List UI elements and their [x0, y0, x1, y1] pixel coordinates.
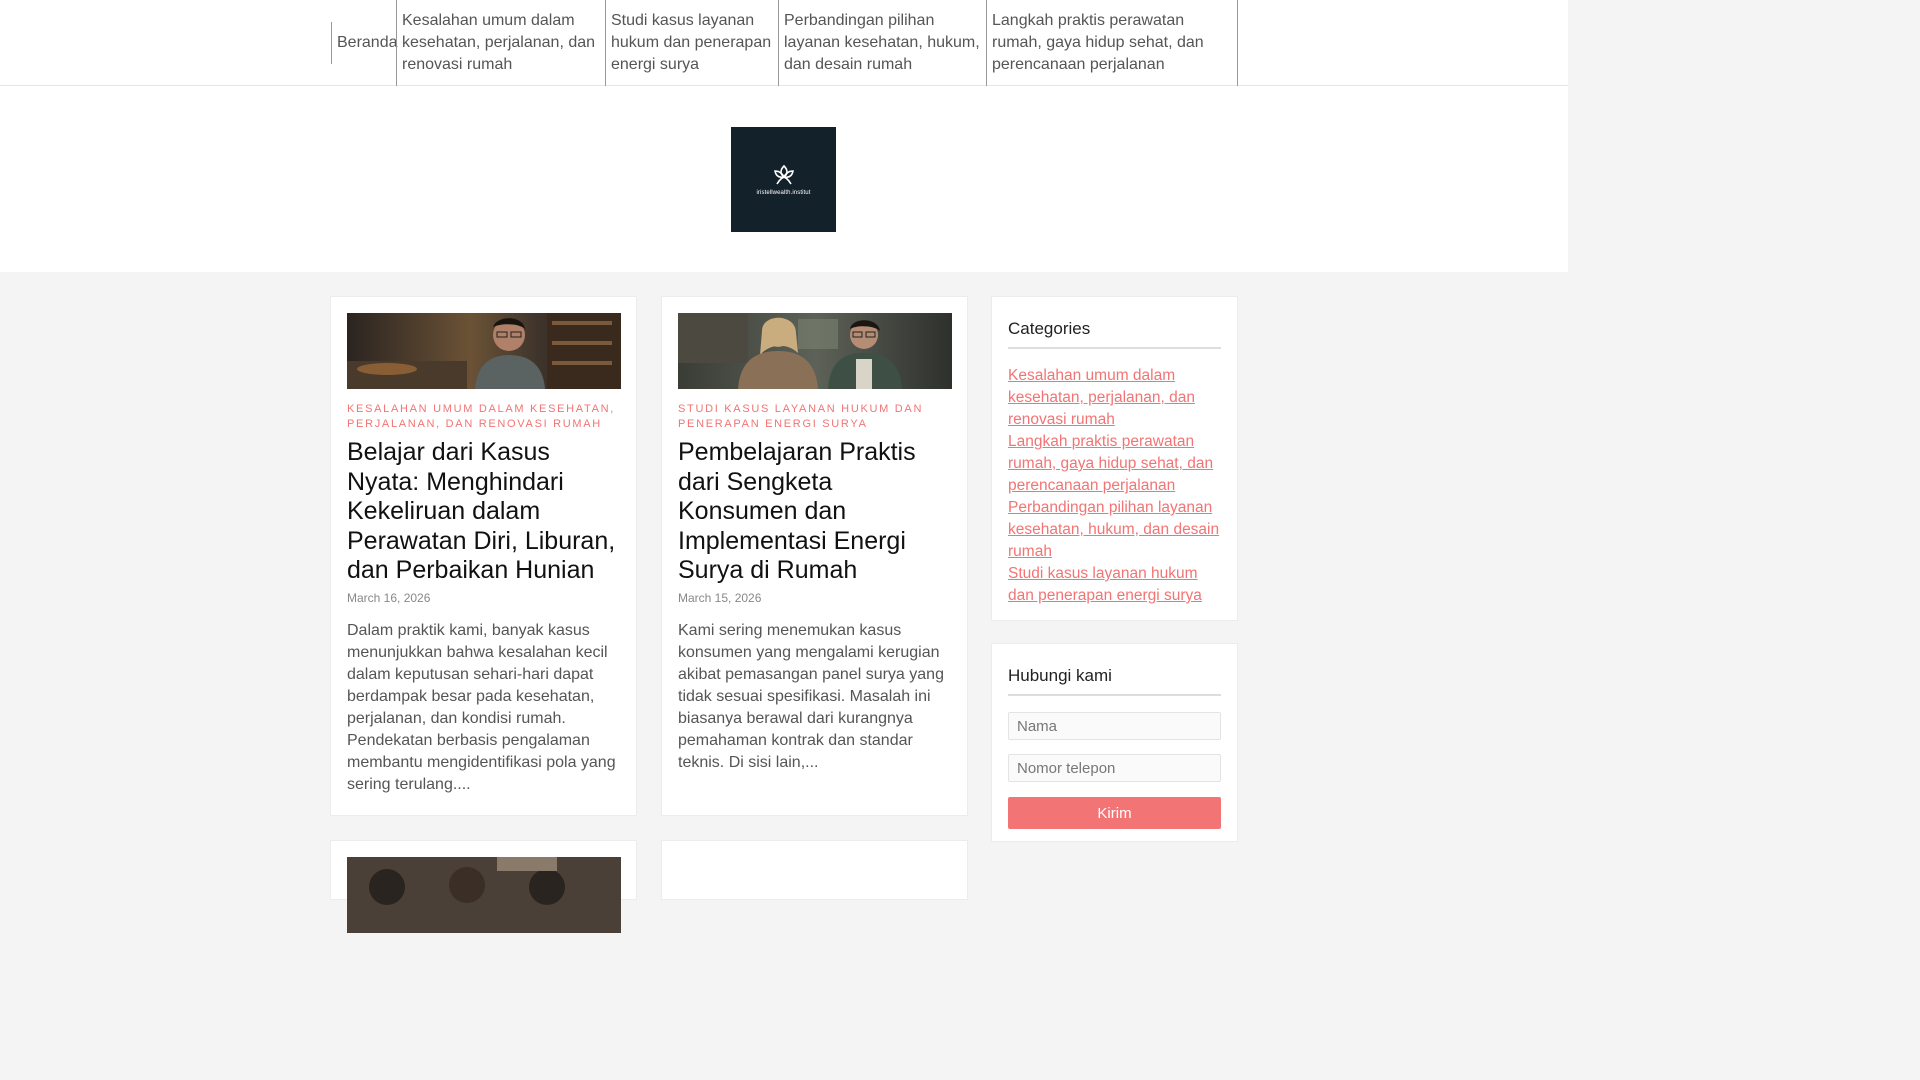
post-image-group-people — [347, 857, 621, 933]
contact-title: Hubungi kami — [1008, 666, 1221, 696]
name-input[interactable] — [1008, 712, 1221, 740]
flower-logo-icon — [773, 164, 794, 185]
list-item: Studi kasus layanan hukum dan penerapan … — [1008, 563, 1221, 607]
category-list: Kesalahan umum dalam kesehatan, perjalan… — [1008, 365, 1221, 607]
category-link[interactable]: Kesalahan umum dalam kesehatan, perjalan… — [1008, 365, 1221, 431]
submit-button[interactable]: Kirim — [1008, 797, 1221, 829]
categories-title: Categories — [1008, 319, 1221, 349]
post-thumbnail[interactable] — [347, 313, 621, 389]
category-link[interactable]: Studi kasus layanan hukum dan penerapan … — [1008, 563, 1221, 607]
categories-widget: Categories Kesalahan umum dalam kesehata… — [991, 296, 1238, 621]
nav-item-perbandingan[interactable]: Perbandingan pilihan layanan kesehatan, … — [778, 0, 986, 86]
list-item: Kesalahan umum dalam kesehatan, perjalan… — [1008, 365, 1221, 431]
top-navigation-bar: Beranda Kesalahan umum dalam kesehatan, … — [0, 0, 1568, 86]
category-link[interactable]: Langkah praktis perawatan rumah, gaya hi… — [1008, 431, 1221, 497]
post-card: Kesalahan umum dalam kesehatan, perjalan… — [330, 296, 637, 816]
post-thumbnail[interactable] — [678, 313, 952, 389]
category-link[interactable]: Perbandingan pilihan layanan kesehatan, … — [1008, 497, 1221, 563]
post-category-link[interactable]: Studi kasus layanan hukum dan penerapan … — [678, 402, 951, 432]
site-logo[interactable]: iristellwealth.institut — [731, 127, 836, 232]
post-title[interactable]: Pembelajaran Praktis dari Sengketa Konsu… — [678, 438, 951, 586]
site-header: iristellwealth.institut — [0, 86, 1568, 272]
post-card — [330, 840, 637, 933]
logo-text: iristellwealth.institut — [756, 190, 811, 196]
list-item: Perbandingan pilihan layanan kesehatan, … — [1008, 497, 1221, 563]
post-excerpt: Dalam praktik kami, banyak kasus menunju… — [347, 621, 616, 793]
post-category-link[interactable]: Kesalahan umum dalam kesehatan, perjalan… — [347, 402, 620, 432]
post-date: March 16, 2026 — [347, 590, 431, 605]
phone-input[interactable] — [1008, 754, 1221, 782]
post-title[interactable]: Belajar dari Kasus Nyata: Menghindari Ke… — [347, 438, 620, 586]
post-card: Studi kasus layanan hukum dan penerapan … — [661, 296, 968, 816]
post-card — [661, 840, 968, 900]
nav-item-kesalahan-umum[interactable]: Kesalahan umum dalam kesehatan, perjalan… — [396, 0, 605, 86]
post-excerpt: Kami sering menemukan kasus konsumen yan… — [678, 621, 944, 771]
main-nav: Beranda Kesalahan umum dalam kesehatan, … — [331, 0, 1238, 86]
contact-widget: Hubungi kami Kirim — [991, 643, 1238, 842]
post-date: March 15, 2026 — [678, 590, 762, 605]
list-item: Langkah praktis perawatan rumah, gaya hi… — [1008, 431, 1221, 497]
post-thumbnail[interactable] — [347, 857, 621, 933]
nav-item-studi-kasus[interactable]: Studi kasus layanan hukum dan penerapan … — [605, 0, 778, 86]
nav-item-beranda[interactable]: Beranda — [331, 22, 398, 64]
post-image-two-people-talking — [678, 313, 952, 389]
nav-item-langkah-praktis[interactable]: Langkah praktis perawatan rumah, gaya hi… — [986, 0, 1238, 86]
post-image-man-reading — [347, 313, 621, 389]
